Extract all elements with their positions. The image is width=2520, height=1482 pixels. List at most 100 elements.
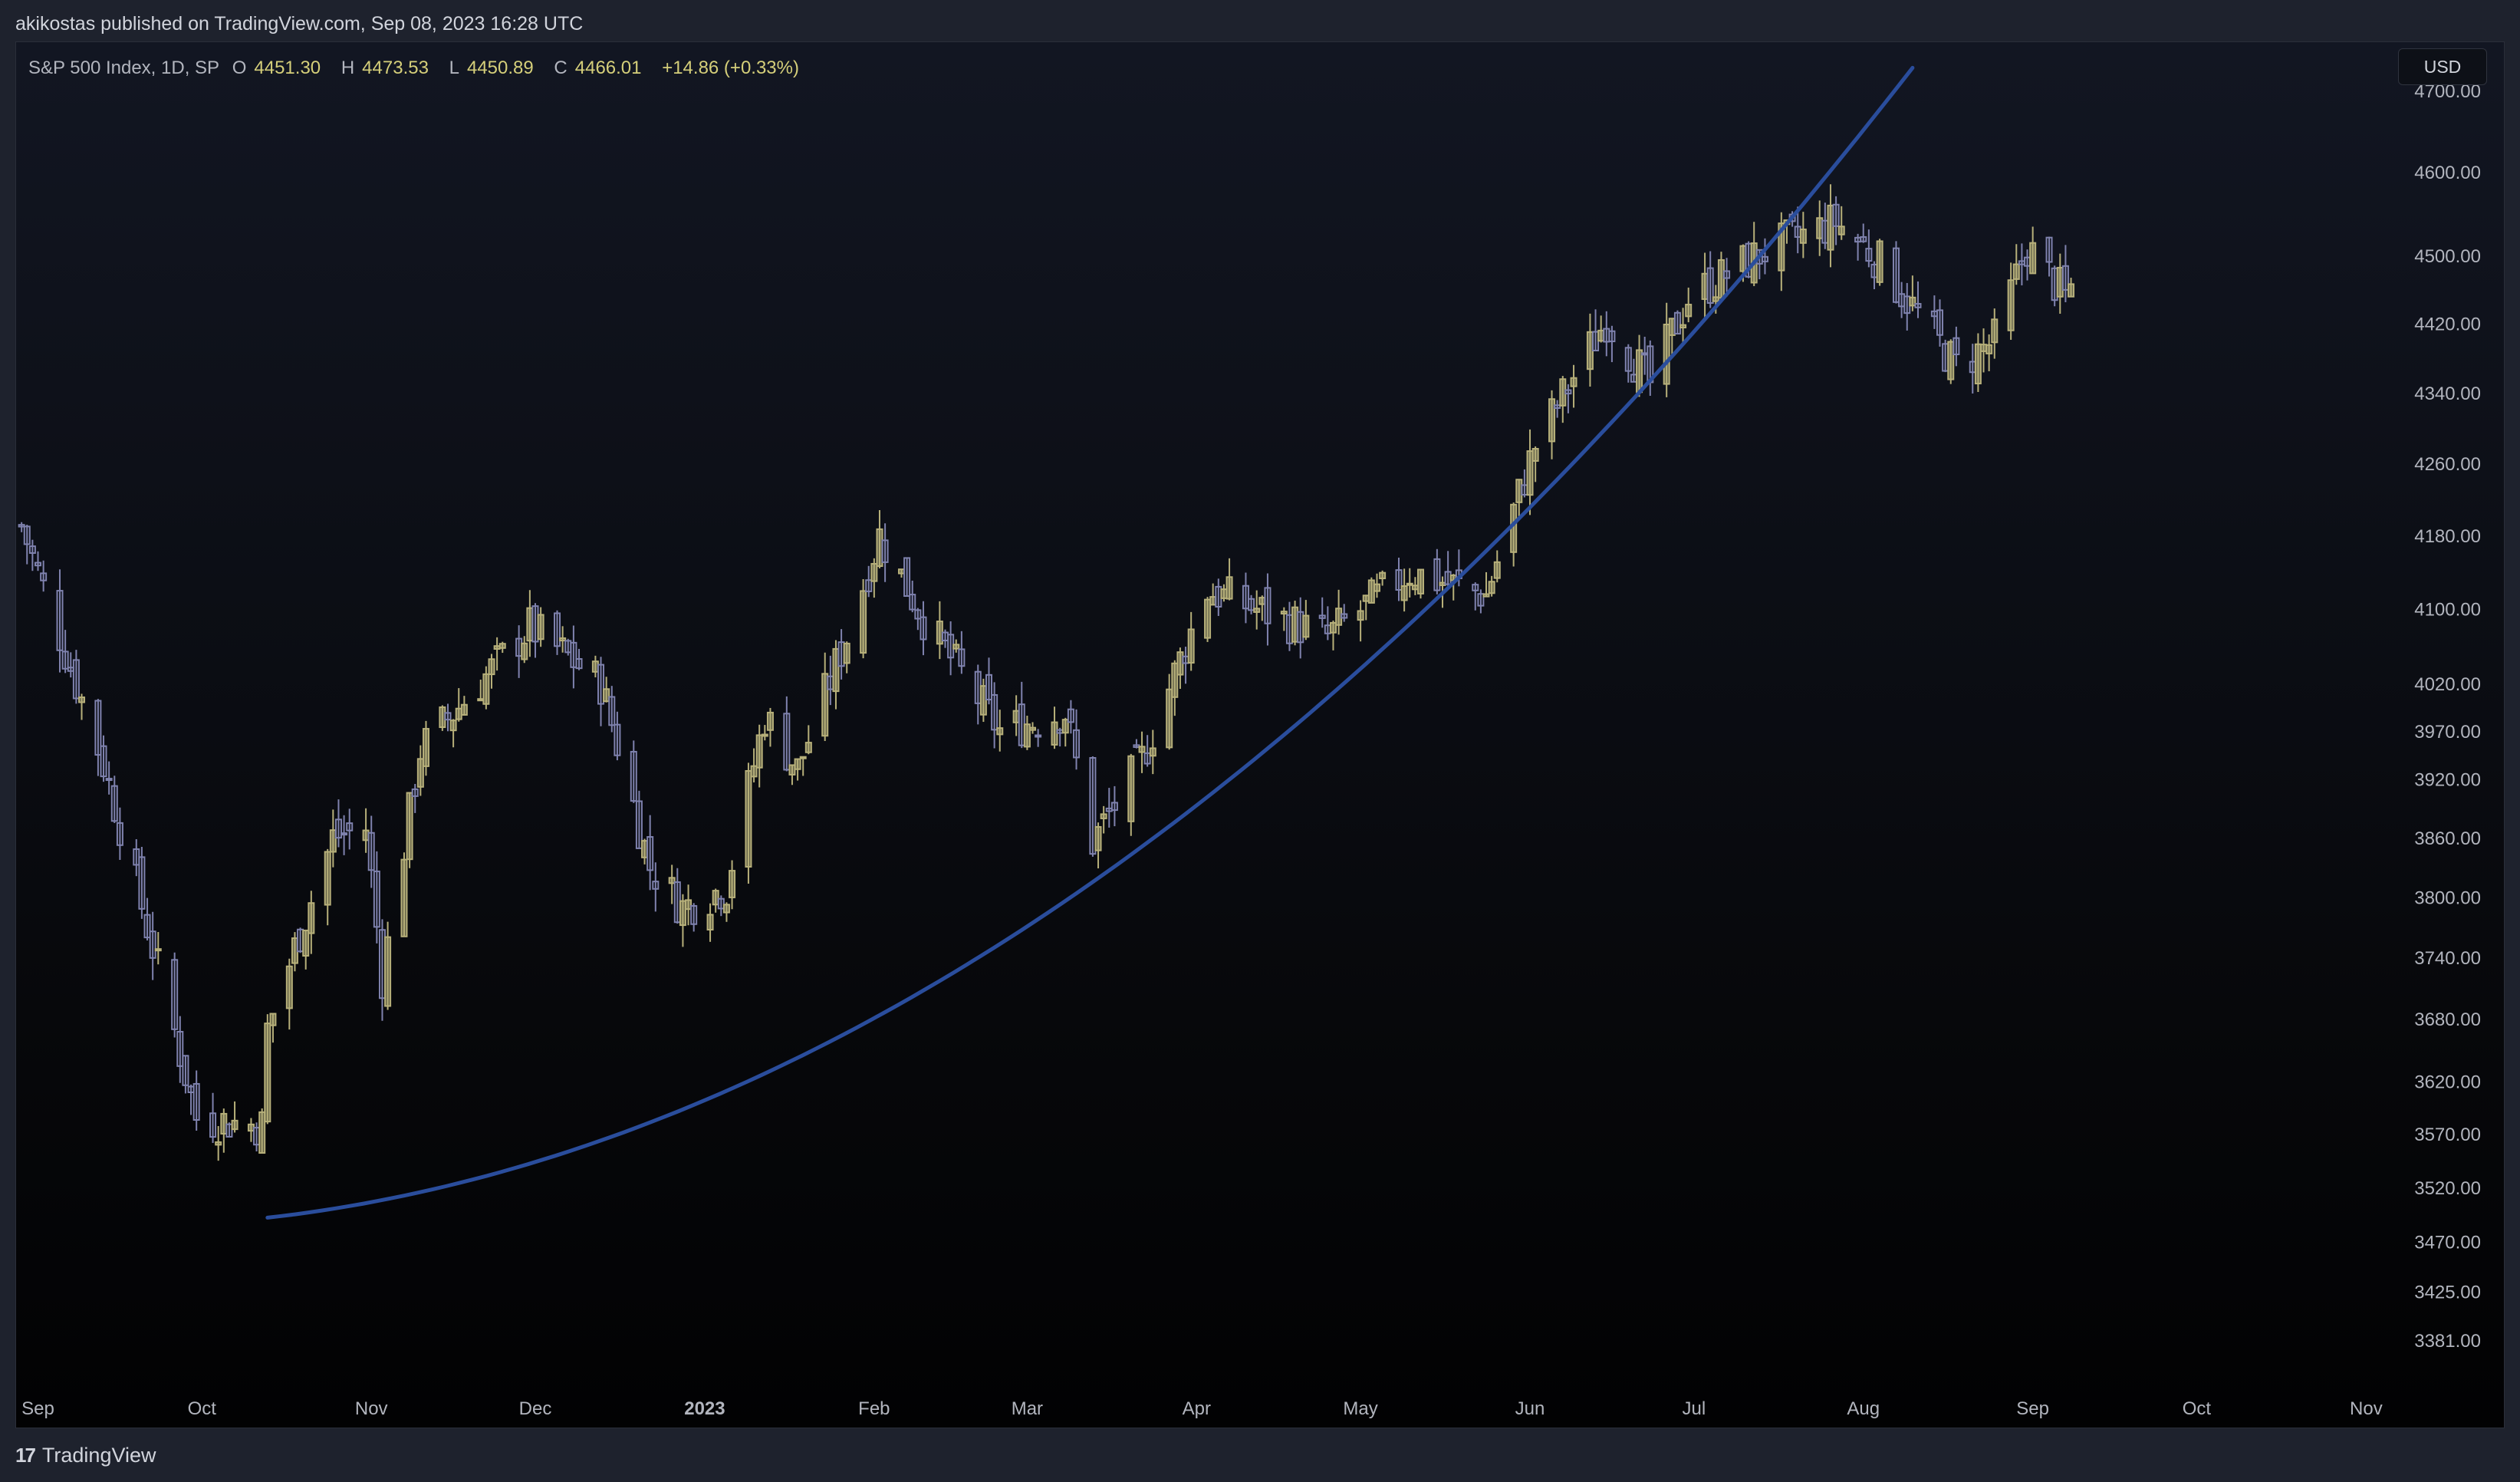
chart-panel[interactable]: 4700.00 4600.00 4500.00 4420.00 4340.00 4260.…: [15, 41, 2505, 1428]
candle-body: [1253, 608, 1261, 613]
candle: [1067, 700, 1074, 734]
candle-body: [641, 840, 649, 858]
candle: [329, 809, 337, 868]
candle: [2018, 243, 2025, 286]
y-tick-label: 3570.00: [2414, 1125, 2481, 1145]
candle: [192, 1070, 200, 1131]
candle-body: [1291, 606, 1299, 643]
candle: [1242, 572, 1249, 624]
candle: [526, 590, 534, 657]
candle: [1073, 709, 1081, 770]
candle-body: [1406, 582, 1413, 586]
candle: [1023, 716, 1031, 750]
candle: [1969, 344, 1976, 394]
candle: [876, 509, 883, 568]
legend-low: L 4450.89: [449, 58, 541, 78]
candle: [1597, 315, 1605, 343]
candle: [827, 655, 834, 706]
candle-body: [105, 778, 113, 782]
candle: [35, 551, 42, 571]
candle-body: [498, 643, 506, 649]
candle: [979, 678, 987, 723]
candle-body: [1302, 614, 1310, 638]
candle: [1706, 251, 1714, 308]
candle: [302, 929, 310, 970]
candle: [564, 638, 572, 656]
candle: [690, 903, 698, 932]
candle: [1056, 727, 1064, 747]
candle: [482, 666, 490, 710]
candle: [2024, 249, 2031, 281]
candle-body: [1827, 204, 1834, 251]
candle-body: [449, 720, 457, 732]
candle: [493, 637, 501, 671]
candle: [766, 707, 774, 747]
candle-body: [1717, 259, 1725, 299]
candle: [1821, 203, 1829, 249]
candle: [1373, 573, 1380, 598]
candle-body: [750, 765, 758, 778]
candle: [1133, 739, 1140, 749]
candle: [788, 764, 796, 785]
x-tick-label: Aug: [1847, 1398, 1880, 1419]
candle: [1171, 660, 1179, 716]
candle: [1608, 325, 1616, 363]
candle-body: [537, 614, 544, 641]
candle: [958, 631, 966, 674]
candle: [149, 911, 156, 980]
candle: [297, 927, 304, 953]
candle: [340, 815, 348, 855]
candle: [2051, 265, 2058, 307]
candle: [673, 868, 681, 924]
candle-body: [936, 621, 943, 645]
symbol-label[interactable]: S&P 500 Index, 1D, SP: [28, 58, 219, 78]
legend-close-label: C: [554, 58, 567, 78]
currency-button[interactable]: USD: [2398, 48, 2487, 85]
candle-body: [685, 899, 693, 911]
y-tick-label: 4420.00: [2414, 315, 2481, 335]
candle: [1176, 647, 1184, 689]
candle: [2061, 245, 2069, 303]
candle-body: [1636, 349, 1643, 394]
candle: [1285, 601, 1293, 651]
candle-body: [996, 727, 1004, 736]
x-tick-label: Jul: [1682, 1398, 1706, 1419]
candle: [1624, 344, 1632, 383]
candle: [1860, 223, 1867, 243]
candle-body: [1482, 593, 1490, 598]
candle-body: [1367, 579, 1375, 604]
candle: [1318, 597, 1326, 628]
candle-body: [1023, 723, 1031, 748]
candle: [1870, 261, 1878, 290]
candle-body: [362, 829, 370, 841]
candle-body: [1379, 571, 1387, 580]
candle: [996, 710, 1004, 752]
candle-body: [1974, 343, 1982, 385]
candle: [406, 792, 413, 868]
candle: [1258, 595, 1266, 621]
candle-body: [439, 706, 446, 729]
ohlc-legend[interactable]: S&P 500 Index, 1D, SP O 4451.30 H 4473.53 …: [28, 58, 807, 79]
y-tick-label: 3800.00: [2414, 888, 2481, 908]
price-chart[interactable]: 4700.004600.004500.004420.004340.004260.…: [16, 42, 2505, 1428]
candle: [1444, 551, 1452, 588]
candle-body: [843, 642, 850, 664]
candle-body: [712, 890, 719, 906]
candle: [2045, 236, 2053, 277]
candle: [1335, 589, 1343, 635]
candle: [264, 1014, 271, 1125]
candle-body: [1209, 596, 1217, 606]
tradingview-logo[interactable]: 17 TradingView: [15, 1444, 156, 1467]
candle: [23, 525, 31, 565]
candle-body: [406, 792, 413, 861]
y-tick-label: 4260.00: [2414, 454, 2481, 475]
candle-body: [1685, 304, 1693, 318]
candle: [1264, 573, 1272, 646]
candle-body: [1225, 576, 1233, 600]
candle: [1647, 340, 1654, 397]
candle-body: [526, 607, 534, 642]
candle: [881, 523, 889, 582]
candle: [269, 1013, 277, 1043]
candle: [685, 884, 693, 926]
candle: [1406, 568, 1413, 598]
